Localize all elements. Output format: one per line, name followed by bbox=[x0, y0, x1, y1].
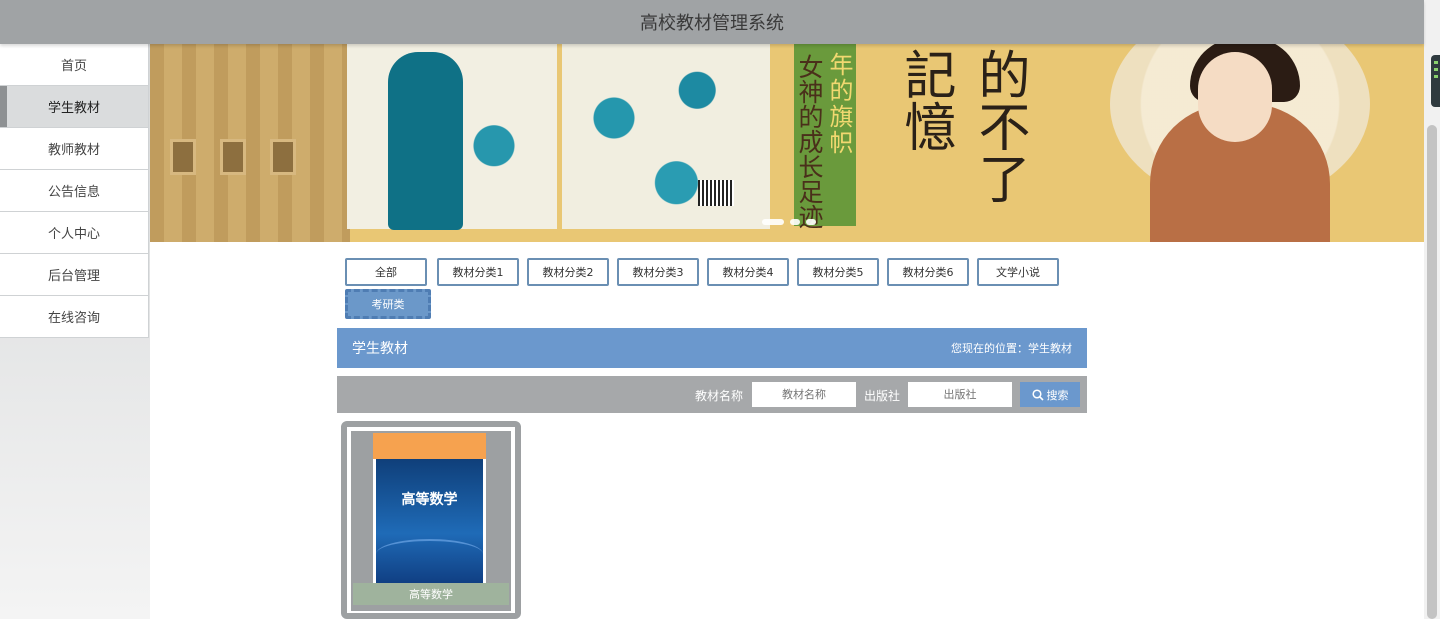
category-label: 教材分类3 bbox=[632, 266, 684, 279]
app-header: 高校教材管理系统 bbox=[0, 0, 1424, 44]
sidebar-item-admin[interactable]: 后台管理 bbox=[0, 254, 149, 296]
cover-title: 高等数学 bbox=[401, 492, 458, 508]
search-icon bbox=[1031, 388, 1044, 401]
category-all[interactable]: 全部 bbox=[345, 258, 427, 286]
category-3[interactable]: 教材分类3 bbox=[617, 258, 699, 286]
category-label: 教材分类5 bbox=[812, 266, 864, 279]
side-widget[interactable] bbox=[1431, 55, 1440, 107]
sidebar-item-student-textbooks[interactable]: 学生教材 bbox=[0, 86, 149, 128]
sidebar-item-label: 教师教材 bbox=[47, 143, 100, 158]
sidebar-item-personal-center[interactable]: 个人中心 bbox=[0, 212, 149, 254]
app-title: 高校教材管理系统 bbox=[640, 13, 784, 34]
sidebar-item-online-consult[interactable]: 在线咨询 bbox=[0, 296, 149, 338]
product-name[interactable]: 高等数学 bbox=[353, 583, 509, 605]
banner-window bbox=[170, 139, 196, 175]
sidebar-item-home[interactable]: 首页 bbox=[0, 44, 149, 86]
sidebar-nav: 首页 学生教材 教师教材 公告信息 个人中心 后台管理 在线咨询 bbox=[0, 44, 150, 619]
banner-barcode bbox=[698, 180, 734, 206]
banner-window bbox=[270, 139, 296, 175]
product-card[interactable]: 高等数学 高等数学 bbox=[341, 421, 521, 619]
banner-vertical-text-a: 年的旗帜 bbox=[825, 52, 853, 156]
carousel-dot[interactable] bbox=[806, 219, 816, 225]
carousel-dot[interactable] bbox=[790, 219, 800, 225]
banner-big-text: 的不了記憶 bbox=[895, 48, 1029, 204]
category-postgrad[interactable]: 考研类 bbox=[345, 289, 431, 319]
cover-blue-panel: 高等数学 bbox=[376, 459, 483, 583]
category-label: 教材分类1 bbox=[452, 266, 504, 279]
category-label: 文学小说 bbox=[996, 266, 1040, 279]
category-label: 全部 bbox=[375, 266, 397, 279]
category-label: 教材分类4 bbox=[722, 266, 774, 279]
product-cover-image[interactable]: 高等数学 bbox=[373, 433, 486, 583]
category-label: 教材分类2 bbox=[542, 266, 594, 279]
publisher-search-input[interactable] bbox=[908, 382, 1012, 407]
sidebar-item-label: 个人中心 bbox=[47, 227, 100, 242]
banner-window bbox=[220, 139, 246, 175]
banner-silhouette bbox=[388, 52, 463, 230]
widget-bar bbox=[1434, 68, 1438, 71]
section-title-bar: 学生教材 您现在的位置：学生教材 bbox=[337, 328, 1087, 368]
scrollbar-thumb[interactable] bbox=[1427, 125, 1437, 619]
sidebar-item-label: 公告信息 bbox=[47, 185, 100, 200]
sidebar-item-teacher-textbooks[interactable]: 教师教材 bbox=[0, 128, 149, 170]
category-literature[interactable]: 文学小说 bbox=[977, 258, 1059, 286]
category-2[interactable]: 教材分类2 bbox=[527, 258, 609, 286]
carousel-dot[interactable] bbox=[762, 219, 784, 225]
sidebar-item-label: 后台管理 bbox=[47, 269, 100, 284]
sidebar-item-label: 在线咨询 bbox=[47, 311, 100, 326]
search-bar: 教材名称 出版社 搜索 bbox=[337, 376, 1087, 413]
category-label: 教材分类6 bbox=[902, 266, 954, 279]
widget-bar bbox=[1434, 61, 1438, 64]
banner-carousel[interactable]: 年的旗帜 女神的成长足迹 的不了記憶 bbox=[150, 44, 1424, 242]
name-label: 教材名称 bbox=[695, 389, 744, 403]
sidebar-item-label: 首页 bbox=[60, 59, 87, 74]
search-button[interactable]: 搜索 bbox=[1020, 382, 1080, 407]
section-title: 学生教材 bbox=[352, 341, 408, 357]
cover-top-band bbox=[373, 433, 486, 459]
category-1[interactable]: 教材分类1 bbox=[437, 258, 519, 286]
publisher-label: 出版社 bbox=[864, 389, 901, 403]
widget-bar bbox=[1434, 75, 1438, 78]
sidebar-item-announcements[interactable]: 公告信息 bbox=[0, 170, 149, 212]
banner-book-cover-right bbox=[562, 44, 770, 229]
banner-figure-face bbox=[1198, 52, 1272, 142]
category-label: 考研类 bbox=[371, 298, 405, 311]
banner-vertical-text-b: 女神的成长足迹 bbox=[795, 54, 824, 229]
page-scrollbar[interactable] bbox=[1424, 0, 1440, 619]
name-search-input[interactable] bbox=[752, 382, 856, 407]
sidebar-item-label: 学生教材 bbox=[47, 101, 100, 116]
carousel-indicators bbox=[762, 219, 816, 225]
category-4[interactable]: 教材分类4 bbox=[707, 258, 789, 286]
search-button-label: 搜索 bbox=[1046, 388, 1069, 402]
category-5[interactable]: 教材分类5 bbox=[797, 258, 879, 286]
product-card-inner: 高等数学 高等数学 bbox=[351, 431, 511, 611]
breadcrumb: 您现在的位置：学生教材 bbox=[951, 342, 1072, 355]
category-6[interactable]: 教材分类6 bbox=[887, 258, 969, 286]
cover-wave bbox=[376, 539, 483, 569]
